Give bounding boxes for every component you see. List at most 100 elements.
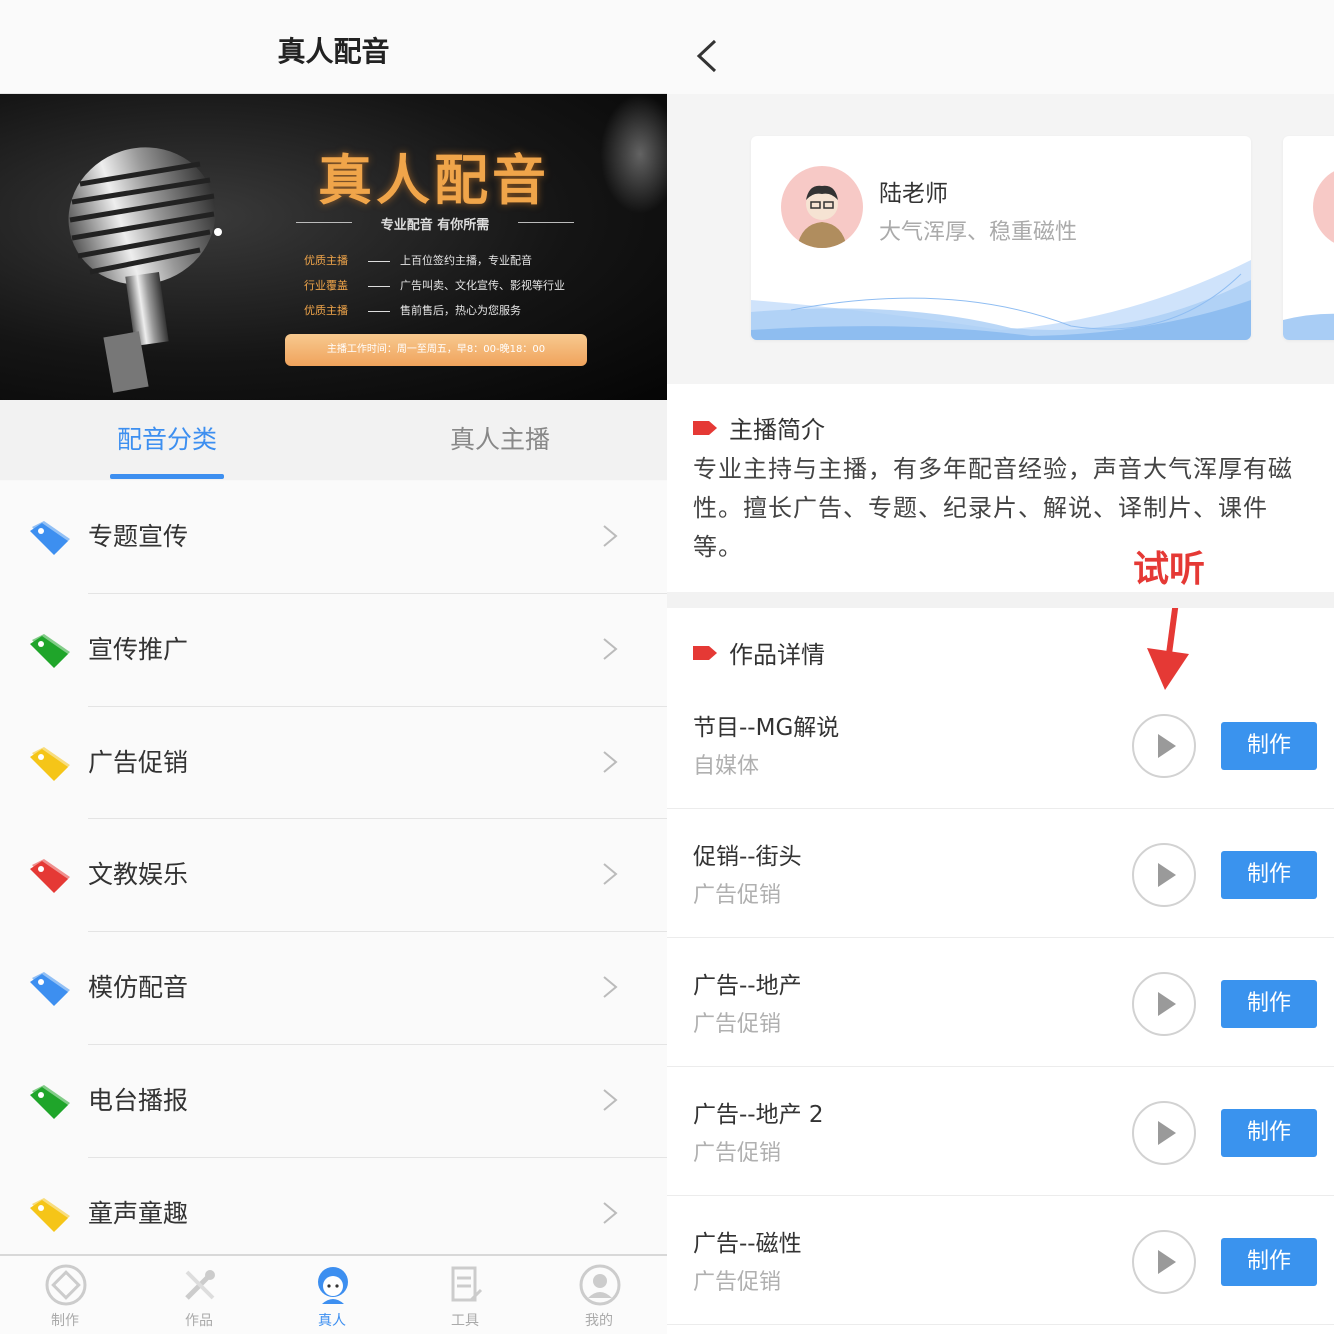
tabbar-item-make[interactable]: 制作 (25, 1256, 105, 1334)
tab-dubbing-categories[interactable]: 配音分类 (100, 400, 234, 480)
chevron-right-icon (603, 525, 618, 547)
anchor-card-next[interactable] (1283, 136, 1334, 340)
works-list: 节目--MG解说 自媒体 制作 促销--街头 广告促销 制作 广告--地产 广告促销 制作 广告-… (667, 680, 1334, 1325)
work-tag: 广告促销 (693, 1012, 782, 1037)
tabbar-item-tools[interactable]: 工具 (425, 1256, 505, 1334)
play-button[interactable] (1132, 843, 1196, 907)
anchor-description: 大气浑厚、稳重磁性 (879, 220, 1078, 245)
promo-banner[interactable]: 真人配音 专业配音 有你所需 优质主播 上百位签约主播，专业配音 行业覆盖 广告叫卖… (0, 94, 667, 400)
work-title: 广告--地产 2 (693, 1102, 824, 1128)
banner-row: 优质主播 上百位签约主播，专业配音 (304, 254, 532, 267)
anchor-name: 陆老师 (879, 181, 948, 207)
play-icon (1158, 992, 1176, 1016)
tag-icon (30, 633, 70, 668)
microphone-icon (68, 147, 222, 393)
tag-icon (30, 859, 70, 894)
right-screen: 陆老师 大气浑厚、稳重磁性 主播简介 专业主持与主播，有多年配音经验，声音大气浑… (667, 0, 1334, 1334)
chevron-right-icon (603, 863, 618, 886)
category-item[interactable]: 文教娱乐 (0, 819, 667, 933)
intro-section-title: 主播简介 (693, 410, 825, 445)
profile-icon (579, 1264, 621, 1306)
play-icon (1158, 863, 1176, 887)
make-button[interactable]: 制作 (1221, 1238, 1317, 1286)
work-item: 广告--地产 2 广告促销 制作 (667, 1067, 1334, 1196)
make-button[interactable]: 制作 (1221, 980, 1317, 1028)
make-icon (45, 1264, 87, 1306)
play-button[interactable] (1132, 972, 1196, 1036)
flag-icon (693, 645, 717, 660)
work-item: 促销--街头 广告促销 制作 (667, 809, 1334, 938)
category-label: 专题宣传 (88, 522, 189, 551)
active-tab-indicator (110, 474, 224, 479)
banner-title: 真人配音 (318, 148, 550, 212)
tag-icon (30, 746, 70, 781)
chevron-right-icon (603, 638, 618, 660)
work-title: 促销--街头 (693, 844, 802, 870)
work-item: 广告--地产 广告促销 制作 (667, 938, 1334, 1067)
tabbar-label: 制作 (51, 1313, 79, 1329)
category-item[interactable]: 模仿配音 (0, 932, 667, 1045)
works-section-title: 作品详情 (693, 635, 825, 670)
banner-row: 行业覆盖 广告叫卖、文化宣传、影视等行业 (304, 279, 565, 292)
avatar (781, 166, 863, 248)
back-arrow-icon[interactable] (695, 38, 719, 74)
make-button[interactable]: 制作 (1221, 722, 1317, 770)
wave-decoration (751, 260, 1251, 340)
play-icon (1158, 1250, 1176, 1274)
tag-icon (30, 972, 70, 1007)
category-list: 专题宣传 宣传推广 广告促销 文教娱乐 模仿配音 电台播报 童声童趣 (0, 481, 667, 1271)
nav-bar (667, 0, 1334, 94)
chevron-right-icon (603, 1202, 618, 1224)
flag-icon (693, 420, 717, 435)
bottom-tab-bar: 制作 作品 真人 工具 我的 (0, 1254, 667, 1334)
category-label: 宣传推广 (88, 634, 189, 664)
listen-annotation: 试听 (1133, 549, 1206, 590)
category-label: 文教娱乐 (88, 860, 189, 890)
banner-row: 优质主播 售前售后，热心为您服务 (304, 304, 521, 317)
work-tag: 自媒体 (693, 754, 760, 779)
tab-live-anchors[interactable]: 真人主播 (430, 400, 570, 480)
anchor-intro-text: 专业主持与主播，有多年配音经验，声音大气浑厚有磁性。擅长广告、专题、纪录片、解说… (693, 455, 1293, 561)
category-label: 广告促销 (88, 747, 189, 777)
work-title: 广告--磁性 (693, 1231, 802, 1257)
chevron-right-icon (603, 750, 618, 773)
tabbar-item-person[interactable]: 真人 (292, 1256, 372, 1334)
category-label: 电台播报 (88, 1085, 189, 1115)
play-button[interactable] (1132, 1230, 1196, 1294)
category-tabs: 配音分类 真人主播 (0, 400, 667, 480)
tabbar-item-profile[interactable]: 我的 (559, 1256, 639, 1334)
work-tag: 广告促销 (693, 883, 782, 908)
make-button[interactable]: 制作 (1221, 1109, 1317, 1157)
work-item: 节目--MG解说 自媒体 制作 (667, 680, 1334, 809)
work-tag: 广告促销 (693, 1141, 782, 1166)
light-glow (600, 94, 667, 214)
play-icon (1158, 1121, 1176, 1145)
work-title: 节目--MG解说 (693, 715, 840, 741)
play-button[interactable] (1132, 1101, 1196, 1165)
nav-bar: 真人配音 (0, 0, 667, 94)
tag-icon (30, 1197, 70, 1232)
tabbar-label: 我的 (585, 1313, 613, 1329)
banner-hours-button[interactable]: 主播工作时间：周一至周五，早8：00-晚18：00 (285, 334, 587, 366)
section-divider (667, 592, 1334, 608)
tabbar-item-works[interactable]: 作品 (159, 1256, 239, 1334)
works-icon (185, 1270, 215, 1300)
work-tag: 广告促销 (693, 1270, 782, 1295)
tabbar-label: 工具 (451, 1313, 479, 1329)
make-button[interactable]: 制作 (1221, 851, 1317, 899)
category-item[interactable]: 广告促销 (0, 706, 667, 820)
left-screen: 真人配音 真人配音 专业配音 有你所需 优质主播上百位签约主播，专业配音 行业 (0, 0, 667, 1334)
tabbar-label: 作品 (185, 1313, 213, 1329)
play-button[interactable] (1132, 714, 1196, 778)
work-item: 广告--磁性 广告促销 制作 (667, 1196, 1334, 1325)
category-item[interactable]: 专题宣传 (0, 481, 667, 594)
banner-subtitle: 专业配音 有你所需 (296, 214, 574, 233)
play-icon (1158, 734, 1176, 758)
category-item[interactable]: 电台播报 (0, 1044, 667, 1158)
work-title: 广告--地产 (693, 973, 802, 999)
tag-icon (30, 521, 70, 555)
tabbar-label: 真人 (318, 1313, 346, 1329)
tools-icon (451, 1266, 483, 1302)
category-item[interactable]: 宣传推广 (0, 593, 667, 707)
anchor-card[interactable]: 陆老师 大气浑厚、稳重磁性 (751, 136, 1251, 340)
